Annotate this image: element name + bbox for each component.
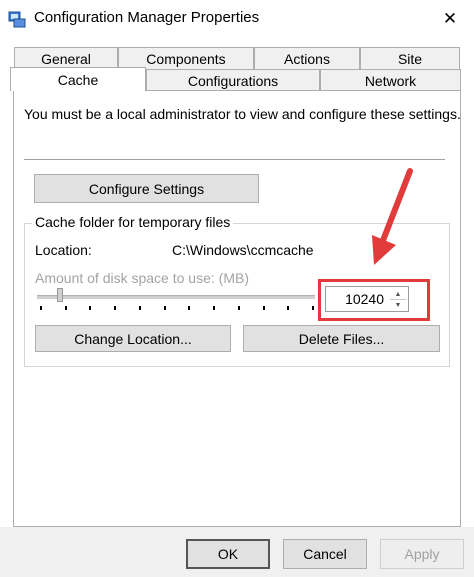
tab-label: General: [41, 50, 91, 67]
window-title: Configuration Manager Properties: [34, 9, 260, 26]
app-icon: [8, 10, 26, 28]
tab-general[interactable]: General: [14, 47, 118, 69]
tab-actions[interactable]: Actions: [254, 47, 360, 69]
tab-configurations[interactable]: Configurations: [146, 69, 320, 91]
tab-label: Components: [146, 50, 226, 67]
cancel-button[interactable]: Cancel: [283, 539, 367, 569]
slider-tick: [163, 306, 166, 310]
location-value: C:\Windows\ccmcache: [172, 242, 314, 258]
location-label: Location:: [35, 242, 92, 258]
tab-label: Actions: [284, 50, 330, 67]
tab-cache[interactable]: Cache: [10, 67, 146, 91]
slider-tick: [114, 306, 117, 310]
slider-tick: [188, 306, 191, 310]
configure-settings-button[interactable]: Configure Settings: [34, 174, 259, 203]
delete-files-button[interactable]: Delete Files...: [243, 325, 440, 352]
separator: [24, 159, 445, 160]
slider-tick: [287, 306, 290, 310]
tab-label: Site: [397, 50, 423, 67]
close-icon[interactable]: ✕: [426, 0, 474, 38]
apply-button[interactable]: Apply: [380, 539, 464, 569]
change-location-button[interactable]: Change Location...: [35, 325, 231, 352]
admin-message: You must be a local administrator to vie…: [24, 106, 461, 122]
red-arrow-icon: [372, 168, 413, 265]
slider-tick: [64, 306, 67, 310]
tab-components[interactable]: Components: [118, 47, 254, 69]
tab-network[interactable]: Network: [320, 69, 461, 91]
group-title: Cache folder for temporary files: [32, 214, 234, 230]
tab-site[interactable]: Site: [360, 47, 460, 69]
slider-tick: [89, 306, 92, 310]
disk-space-slider[interactable]: [37, 295, 315, 299]
slider-tick: [312, 306, 314, 310]
tab-label: Configurations: [187, 72, 279, 89]
tab-label: Network: [364, 72, 417, 89]
highlight-box: [318, 279, 430, 321]
slider-tick: [213, 306, 216, 310]
slider-tick: [237, 306, 240, 310]
ok-button[interactable]: OK: [186, 539, 270, 569]
slider-tick: [138, 306, 141, 310]
disk-space-label: Amount of disk space to use: (MB): [35, 270, 249, 286]
tab-label: Cache: [57, 71, 99, 88]
slider-tick: [262, 306, 265, 310]
slider-thumb[interactable]: [57, 288, 63, 302]
slider-tick: [40, 306, 42, 310]
